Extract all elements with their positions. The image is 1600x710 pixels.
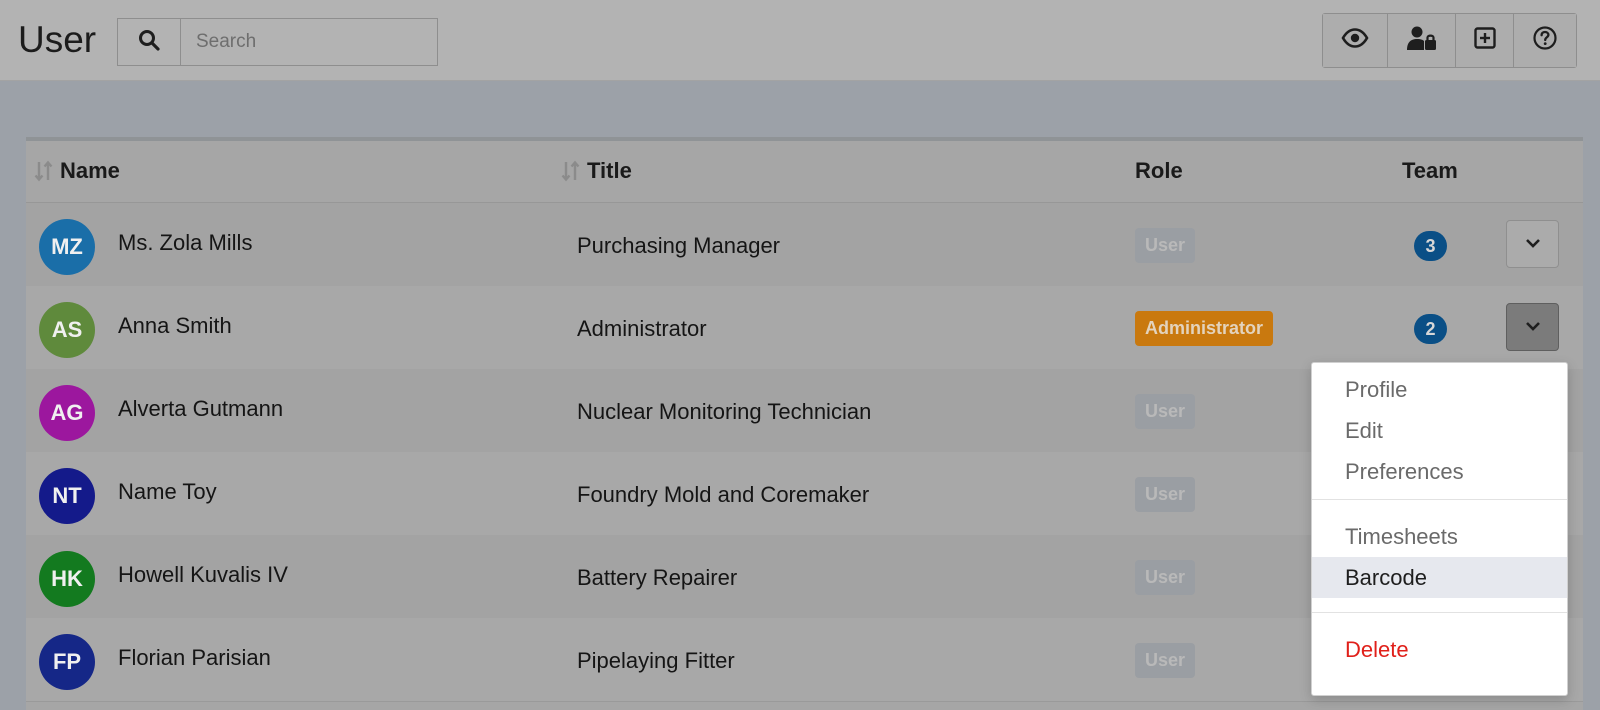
user-name[interactable]: Anna Smith bbox=[118, 313, 232, 339]
role-badge: Administrator bbox=[1135, 311, 1274, 346]
user-title: Purchasing Manager bbox=[577, 233, 781, 258]
user-name[interactable]: Name Toy bbox=[118, 479, 217, 505]
avatar: FP bbox=[39, 634, 95, 690]
table-header: Name Title Role Team bbox=[26, 141, 1583, 203]
team-count-badge: 3 bbox=[1414, 231, 1447, 261]
role-badge: User bbox=[1135, 228, 1196, 263]
column-title-label: Title bbox=[587, 158, 632, 183]
add-user-button[interactable] bbox=[1456, 14, 1514, 67]
user-name[interactable]: Howell Kuvalis IV bbox=[118, 562, 288, 588]
role-badge: User bbox=[1135, 643, 1196, 678]
avatar: AG bbox=[39, 385, 95, 441]
sort-icon bbox=[34, 160, 54, 182]
menu-item-timesheets[interactable]: Timesheets bbox=[1312, 516, 1567, 557]
help-button[interactable] bbox=[1514, 14, 1576, 67]
role-badge: User bbox=[1135, 394, 1196, 429]
team-count-badge: 2 bbox=[1414, 314, 1447, 344]
avatar: AS bbox=[39, 302, 95, 358]
menu-item-barcode[interactable]: Barcode bbox=[1312, 557, 1567, 598]
avatar: HK bbox=[39, 551, 95, 607]
page-title: User bbox=[18, 19, 97, 60]
role-badge: User bbox=[1135, 560, 1196, 595]
row-actions-menu: Profile Edit Preferences Timesheets Barc… bbox=[1311, 362, 1568, 696]
view-button[interactable] bbox=[1323, 14, 1388, 67]
top-bar: User bbox=[0, 0, 1600, 81]
user-name[interactable]: Alverta Gutmann bbox=[118, 396, 283, 422]
menu-divider bbox=[1312, 499, 1567, 500]
user-name[interactable]: Ms. Zola Mills bbox=[118, 230, 252, 256]
user-name[interactable]: Florian Parisian bbox=[118, 645, 271, 671]
menu-item-edit[interactable]: Edit bbox=[1312, 410, 1567, 451]
help-circle-icon bbox=[1533, 26, 1557, 55]
user-title: Nuclear Monitoring Technician bbox=[577, 399, 872, 424]
user-lock-icon bbox=[1406, 25, 1437, 56]
sort-icon bbox=[561, 160, 581, 182]
menu-item-delete[interactable]: Delete bbox=[1312, 629, 1567, 670]
column-role-header: Role bbox=[1135, 158, 1183, 184]
permissions-button[interactable] bbox=[1388, 14, 1456, 67]
plus-square-icon bbox=[1473, 27, 1496, 54]
search-icon bbox=[138, 29, 160, 56]
avatar: MZ bbox=[39, 219, 95, 275]
row-actions-button[interactable] bbox=[1506, 220, 1559, 268]
user-title: Administrator bbox=[577, 316, 707, 341]
menu-item-preferences[interactable]: Preferences bbox=[1312, 451, 1567, 492]
avatar: NT bbox=[39, 468, 95, 524]
chevron-down-icon bbox=[1525, 235, 1541, 253]
column-name-header[interactable]: Name bbox=[34, 158, 120, 184]
column-team-header: Team bbox=[1402, 158, 1458, 184]
search-button[interactable] bbox=[117, 18, 180, 66]
column-role-label: Role bbox=[1135, 158, 1183, 183]
column-name-label: Name bbox=[60, 158, 120, 183]
row-actions-button[interactable] bbox=[1506, 303, 1559, 351]
user-title: Battery Repairer bbox=[577, 565, 738, 590]
column-team-label: Team bbox=[1402, 158, 1458, 183]
search-group bbox=[117, 18, 438, 66]
menu-item-profile[interactable]: Profile bbox=[1312, 369, 1567, 410]
eye-icon bbox=[1341, 28, 1369, 53]
chevron-down-icon bbox=[1525, 318, 1541, 336]
menu-divider bbox=[1312, 612, 1567, 613]
column-title-header[interactable]: Title bbox=[561, 158, 632, 184]
table-row[interactable]: AS Anna Smith Administrator Administrato… bbox=[26, 286, 1583, 370]
table-row[interactable]: MZ Ms. Zola Mills Purchasing Manager Use… bbox=[26, 203, 1583, 287]
toolbar bbox=[1322, 13, 1577, 68]
user-title: Pipelaying Fitter bbox=[577, 648, 735, 673]
user-title: Foundry Mold and Coremaker bbox=[577, 482, 870, 507]
role-badge: User bbox=[1135, 477, 1196, 512]
search-input[interactable] bbox=[180, 18, 438, 66]
